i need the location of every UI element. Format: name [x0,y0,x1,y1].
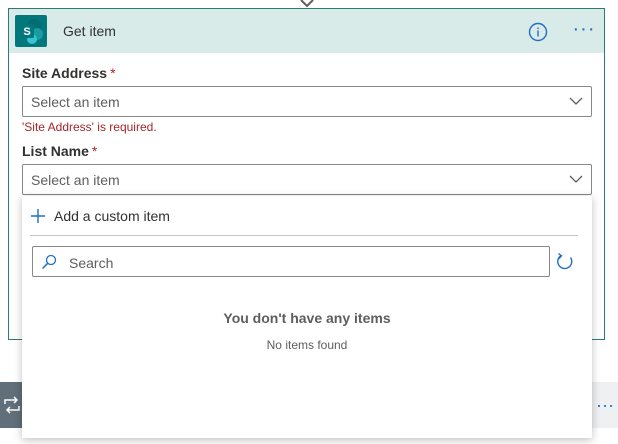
svg-text:S: S [23,26,30,38]
required-mark: * [91,143,98,159]
info-icon[interactable] [528,22,548,42]
add-custom-item-label: Add a custom item [54,208,170,224]
more-icon: ··· [572,18,596,40]
list-name-placeholder: Select an item [31,172,120,188]
search-icon [41,254,57,270]
more-icon: ··· [596,395,614,415]
site-address-dropdown[interactable]: Select an item [22,86,592,117]
divider [30,235,578,236]
empty-state-subtitle: No items found [266,338,348,352]
sharepoint-logo-icon: S [15,15,47,47]
list-name-dropdown-popup: Add a custom item You don't have any ite… [22,196,592,438]
list-name-dropdown[interactable]: Select an item [22,164,592,195]
list-name-label: List Name * [22,143,97,159]
site-address-error: 'Site Address' is required. [22,120,157,134]
more-options-button[interactable]: ··· [571,18,597,43]
chevron-down-icon [569,97,583,105]
search-box[interactable] [32,246,550,277]
refresh-icon[interactable] [555,252,575,272]
site-address-placeholder: Select an item [31,94,120,110]
plus-icon [31,209,45,223]
connector-arrow-icon [300,0,314,8]
next-step-more-button[interactable]: ··· [592,382,618,428]
list-name-label-text: List Name [22,143,89,159]
card-header[interactable]: S Get item ··· [9,9,604,53]
empty-state-title: You don't have any items [223,310,391,326]
loop-icon [4,396,20,414]
card-title: Get item [63,23,116,39]
site-address-label: Site Address * [22,65,116,81]
site-address-label-text: Site Address [22,65,108,81]
search-input[interactable] [67,251,541,275]
chevron-down-icon [569,175,583,183]
required-mark: * [110,65,116,81]
add-custom-item-button[interactable]: Add a custom item [30,205,230,227]
next-step-card-edge[interactable] [0,382,22,428]
